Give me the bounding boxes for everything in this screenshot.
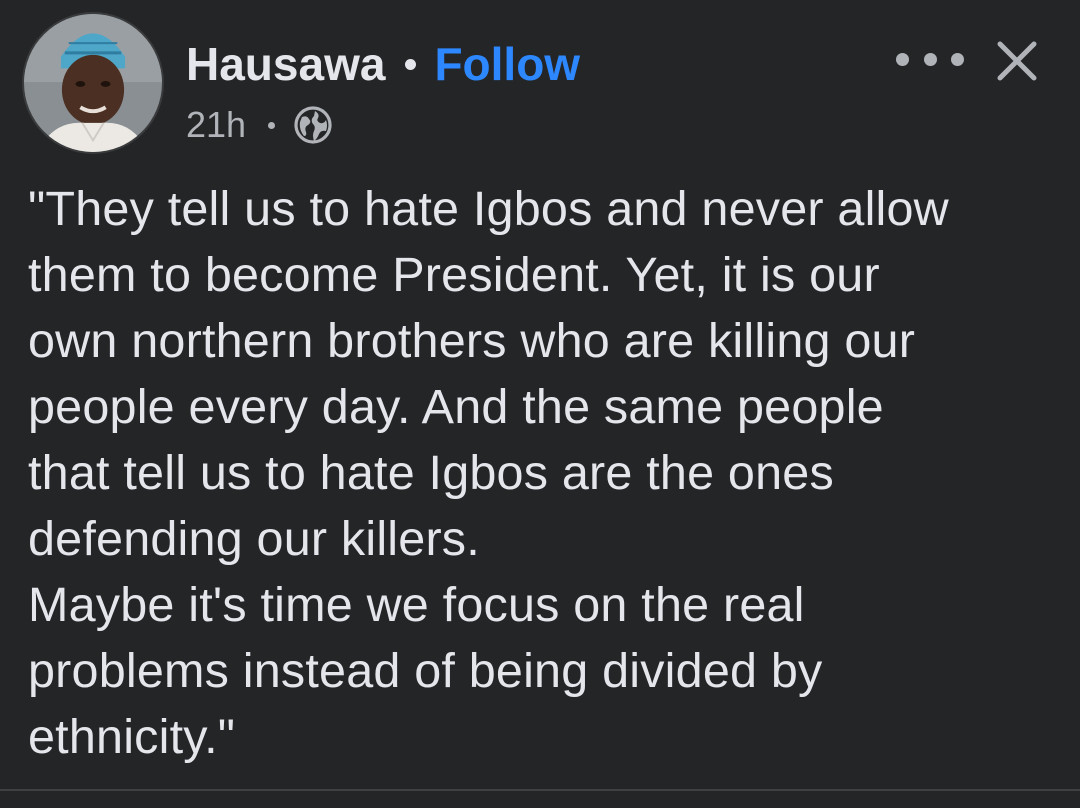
author-name[interactable]: Hausawa bbox=[186, 37, 385, 91]
post-text-line: Maybe it's time we focus on the real bbox=[28, 578, 805, 632]
follow-button[interactable]: Follow bbox=[434, 37, 580, 91]
post-text-line: that tell us to hate Igbos are the ones bbox=[28, 446, 834, 500]
post-timestamp[interactable]: 21h bbox=[186, 104, 246, 146]
post-text-line: own northern brothers who are killing ou… bbox=[28, 314, 916, 368]
close-icon bbox=[997, 41, 1037, 81]
meta-separator-dot bbox=[268, 121, 276, 129]
divider bbox=[0, 789, 1080, 791]
avatar-image bbox=[24, 14, 162, 152]
post-text-line: defending our killers. bbox=[28, 512, 480, 566]
post-text-line: problems instead of being divided by bbox=[28, 644, 823, 698]
avatar[interactable] bbox=[22, 12, 164, 154]
post-header: Hausawa Follow bbox=[186, 36, 580, 92]
post-meta: 21h bbox=[186, 102, 333, 148]
post-text-line: people every day. And the same people bbox=[28, 380, 884, 434]
close-button[interactable] bbox=[992, 36, 1042, 86]
globe-icon bbox=[293, 105, 333, 145]
more-horizontal-icon-dot bbox=[923, 52, 937, 66]
post-card: Hausawa Follow 21h "They tell us to hate… bbox=[0, 0, 1080, 808]
post-body-text: "They tell us to hate Igbos and never al… bbox=[28, 176, 1058, 770]
separator-dot bbox=[405, 58, 417, 70]
post-text-line: ethnicity." bbox=[28, 710, 236, 764]
more-horizontal-icon bbox=[896, 52, 909, 66]
more-options-button[interactable] bbox=[890, 34, 970, 84]
more-horizontal-icon-dot bbox=[951, 52, 964, 66]
post-text-line: them to become President. Yet, it is our bbox=[28, 248, 880, 302]
post-text-line: "They tell us to hate Igbos and never al… bbox=[28, 182, 949, 236]
